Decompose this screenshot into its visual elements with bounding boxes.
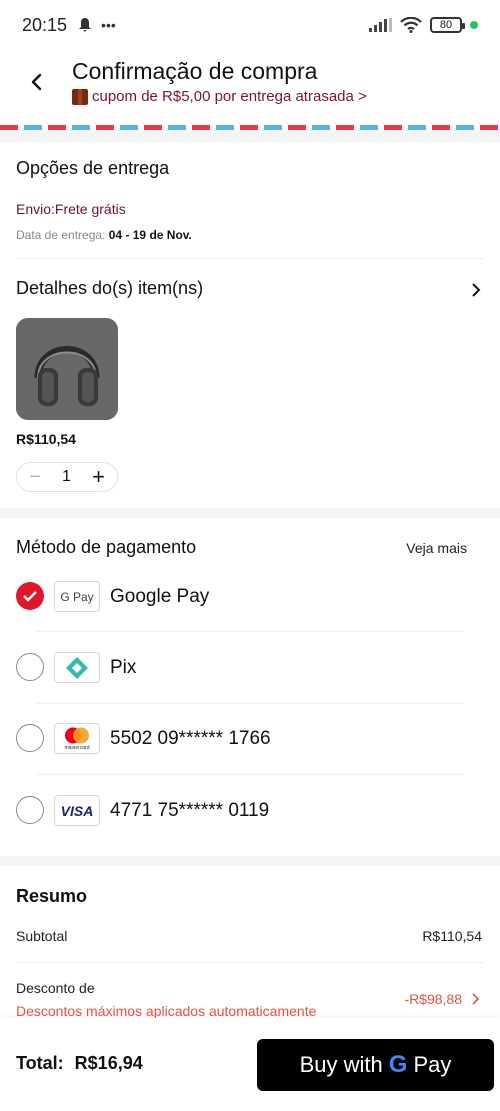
total: Total: R$16,94 (16, 1053, 143, 1074)
battery-icon: 80 (430, 17, 465, 33)
payment-label: 5502 09****** 1766 (110, 728, 271, 749)
payment-label: 4771 75****** 0119 (110, 800, 270, 821)
status-time: 20:15 (22, 14, 68, 35)
radio-unchecked[interactable] (16, 796, 44, 824)
increase-quantity-button[interactable]: + (92, 466, 105, 488)
delivery-date-label: Data de entrega: (16, 228, 106, 242)
headphones-image (16, 318, 118, 420)
payment-option-google-pay[interactable]: G Pay Google Pay (0, 561, 500, 631)
delivery-date: Data de entrega: 04 - 19 de Nov. (16, 228, 192, 242)
visa-logo-icon: VISA (54, 795, 100, 826)
privacy-indicator-dot (470, 21, 478, 29)
wifi-icon (400, 17, 422, 33)
radio-unchecked[interactable] (16, 724, 44, 752)
bell-icon (79, 18, 92, 32)
button-pay: Pay (413, 1052, 452, 1077)
payment-label: Pix (110, 657, 137, 678)
see-more-link[interactable]: Veja mais (406, 540, 467, 556)
coupon-link[interactable]: cupom de R$5,00 por entrega atrasada > (72, 88, 367, 105)
back-arrow-icon (31, 73, 42, 91)
pix-logo-icon (54, 652, 100, 683)
page-title: Confirmação de compra (72, 58, 318, 84)
checkout-bar: Total: R$16,94 Buy with G Pay (0, 1018, 500, 1111)
summary-title: Resumo (16, 886, 88, 906)
radio-unchecked[interactable] (16, 653, 44, 681)
google-g-icon: G (388, 1051, 408, 1078)
google-pay-logo-icon: G Pay (54, 581, 100, 612)
discount-label: Desconto de (16, 980, 95, 996)
total-label: Total: (16, 1053, 64, 1073)
check-icon (23, 591, 37, 602)
package-icon (72, 88, 88, 105)
radio-checked[interactable] (16, 582, 44, 610)
discount-subtext: Descontos máximos aplicados automaticame… (16, 1003, 317, 1019)
section-gap (0, 508, 500, 518)
decrease-quantity-button[interactable]: − (29, 467, 41, 487)
divider (16, 962, 484, 963)
section-gap (0, 130, 500, 142)
more-icon: ••• (101, 17, 116, 33)
signal-icon (369, 18, 392, 32)
mastercard-logo-icon: mastercard (54, 723, 100, 754)
button-prefix: Buy with (299, 1052, 383, 1077)
product-image[interactable] (16, 318, 118, 420)
subtotal-value: R$110,54 (422, 928, 482, 944)
items-section-title: Detalhes do(s) item(ns) (16, 278, 204, 298)
shipping-method: Envio:Frete grátis (16, 201, 126, 217)
quantity-stepper: − 1 + (16, 462, 118, 492)
quantity-value: 1 (61, 468, 71, 485)
payment-option-mastercard[interactable]: mastercard 5502 09****** 1766 (0, 703, 500, 773)
back-button[interactable] (22, 68, 50, 96)
payment-option-visa[interactable]: VISA 4771 75****** 0119 (0, 775, 500, 845)
payment-section-title: Método de pagamento (16, 537, 197, 557)
buy-with-google-pay-button[interactable]: Buy with G Pay (257, 1039, 494, 1091)
status-bar: 20:15 ••• 80 (0, 0, 500, 50)
delivery-section-title: Opções de entrega (16, 158, 170, 178)
coupon-text: cupom de R$5,00 por entrega atrasada > (92, 88, 367, 105)
payment-option-pix[interactable]: Pix (0, 632, 500, 702)
subtotal-label: Subtotal (16, 928, 68, 944)
header: Confirmação de compra cupom de R$5,00 po… (0, 50, 500, 126)
divider (16, 258, 484, 259)
payment-label: Google Pay (110, 586, 210, 607)
discount-value[interactable]: -R$98,88 (404, 991, 462, 1007)
section-gap (0, 856, 500, 866)
item-price: R$110,54 (16, 431, 76, 447)
total-value: R$16,94 (74, 1053, 143, 1073)
delivery-date-value: 04 - 19 de Nov. (108, 228, 192, 242)
chevron-right-icon[interactable] (468, 282, 484, 298)
chevron-right-icon[interactable] (470, 993, 480, 1005)
